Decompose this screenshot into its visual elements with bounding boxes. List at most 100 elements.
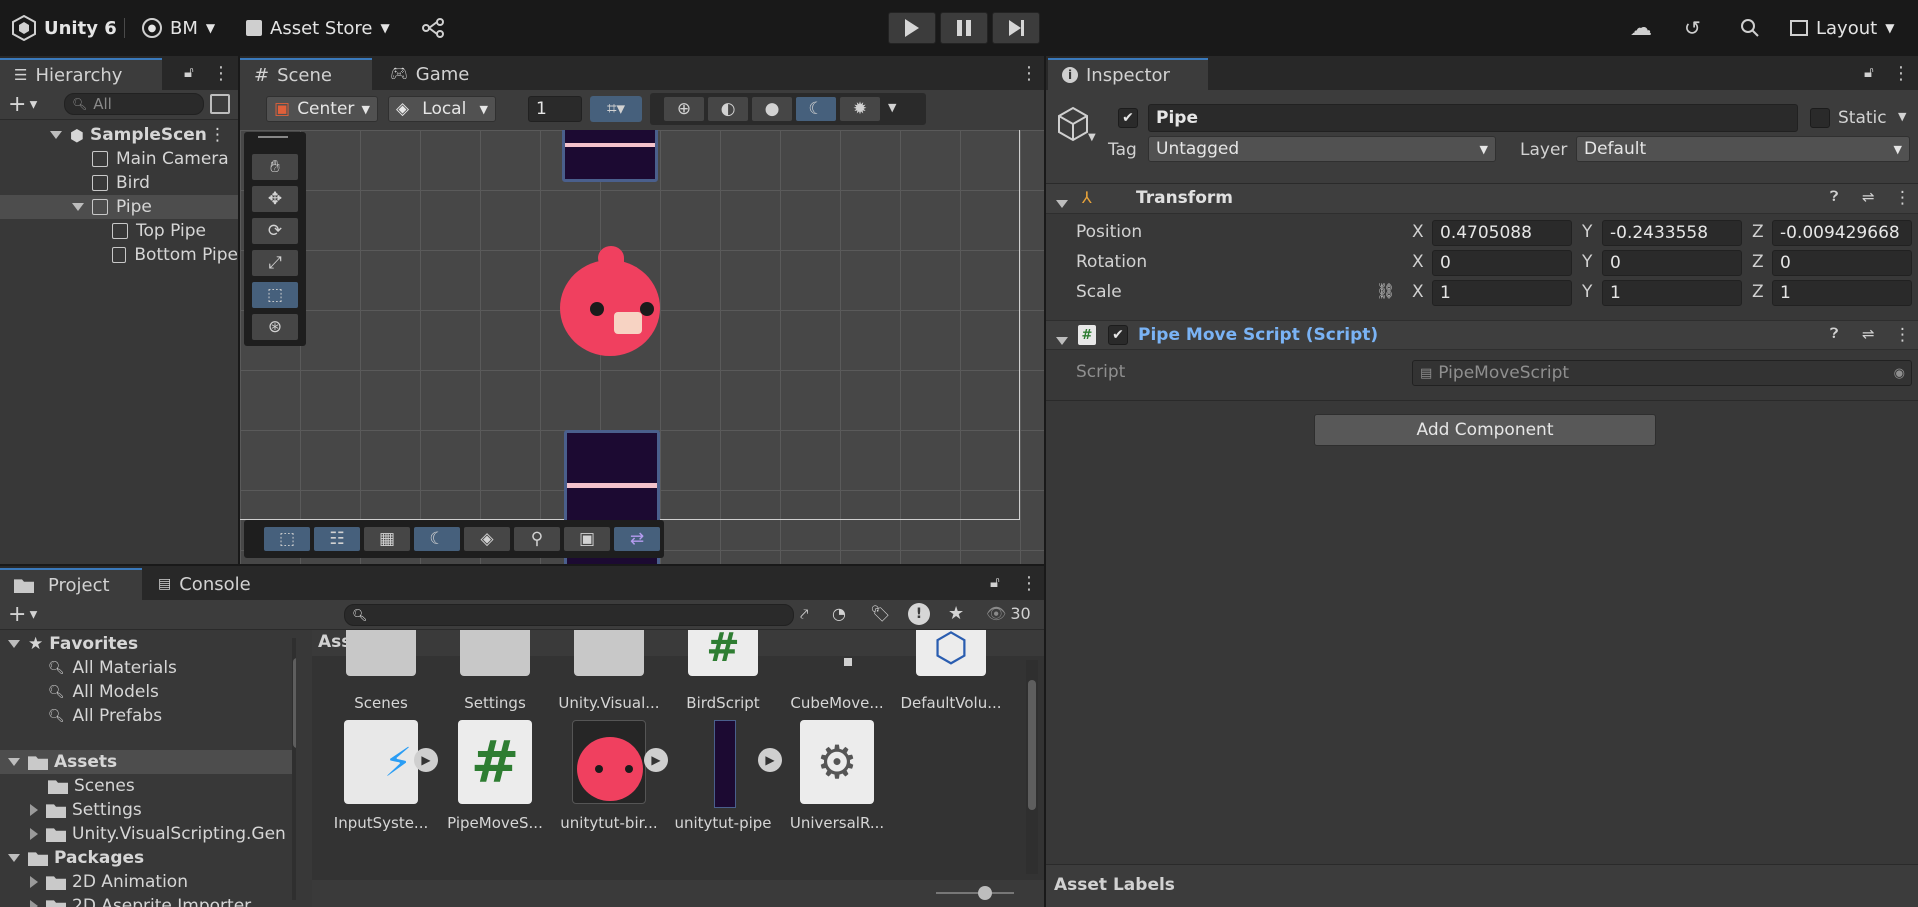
layer-dropdown[interactable]: Default ▼	[1576, 136, 1910, 162]
static-checkbox[interactable]	[1810, 108, 1830, 128]
package-item[interactable]: 2D Aseprite Importer	[0, 894, 296, 907]
script-enabled-checkbox[interactable]: ✔	[1108, 325, 1128, 345]
script-component-header[interactable]: # ✔ Pipe Move Script (Script) ❓︎ ⇌ ⋮	[1046, 320, 1918, 350]
filter-type-icon[interactable]: ◔	[832, 604, 846, 623]
tab-console[interactable]: ▤ Console	[144, 568, 274, 600]
favorite-item[interactable]: 🔍︎ All Prefabs	[0, 704, 296, 728]
package-item[interactable]: 2D Animation	[0, 870, 296, 894]
kebab-menu-icon[interactable]: ⋮	[1892, 63, 1910, 84]
hierarchy-item-top-pipe[interactable]: Top Pipe	[0, 219, 238, 243]
project-search-input[interactable]: 🔍︎	[344, 604, 794, 626]
expand-play-icon[interactable]: ▶	[758, 748, 782, 772]
folder-item[interactable]: Scenes	[0, 774, 296, 798]
active-checkbox[interactable]: ✔	[1118, 108, 1138, 128]
add-object-button[interactable]: + ▼	[8, 92, 37, 117]
scene-visibility-icon[interactable]	[210, 94, 230, 114]
favorite-item[interactable]: 🔍︎ All Materials	[0, 656, 296, 680]
folder-item[interactable]: Settings	[0, 798, 296, 822]
position-y-input[interactable]: -0.2433558	[1602, 220, 1742, 246]
presets-icon[interactable]: ⇌	[1862, 188, 1875, 206]
overlay-align-button[interactable]: ☷	[314, 527, 360, 551]
shaded-wireframe-button[interactable]: ◐	[708, 97, 748, 121]
top-pipe-sprite[interactable]	[562, 130, 658, 182]
asset-item-inputsystem[interactable]: ⚡ ▶ InputSyste...	[326, 720, 438, 832]
overlay-layers-button[interactable]: ◈	[464, 527, 510, 551]
tag-dropdown[interactable]: Untagged ▼	[1148, 136, 1496, 162]
chevron-down-icon[interactable]: ▼	[1088, 132, 1096, 143]
create-asset-button[interactable]: + ▼	[8, 602, 37, 627]
space-dropdown[interactable]: ◈ Local ▼	[388, 96, 496, 122]
assets-root-row[interactable]: Assets	[0, 750, 296, 774]
scene-kebab-icon[interactable]: ⋮	[209, 125, 226, 145]
overlay-lighting-button[interactable]: ☾	[414, 527, 460, 551]
scale-y-input[interactable]: 1	[1602, 280, 1742, 306]
kebab-menu-icon[interactable]: ⋮	[1894, 188, 1911, 208]
tab-hierarchy[interactable]: ☰ Hierarchy	[0, 58, 162, 90]
asset-item-cubemove[interactable]: CubeMove...	[782, 630, 892, 712]
hierarchy-item-pipe[interactable]: Pipe	[0, 195, 238, 219]
asset-item-universalrp[interactable]: ⚙ UniversalR...	[782, 720, 892, 832]
asset-item-settings[interactable]: Settings	[440, 630, 550, 712]
asset-item-birdscript[interactable]: # BirdScript	[668, 630, 778, 712]
tab-game[interactable]: 🎮︎ Game	[376, 58, 496, 90]
asset-labels-bar[interactable]: Asset Labels	[1046, 864, 1918, 907]
search-scope-icon[interactable]: ⤤	[800, 605, 808, 623]
asset-item-pipe-sprite[interactable]: ▶ unitytut-pipe	[668, 720, 782, 832]
rotation-z-input[interactable]: 0	[1772, 250, 1912, 276]
scale-x-input[interactable]: 1	[1432, 280, 1572, 306]
overlay-grid-button[interactable]: ▦	[364, 527, 410, 551]
tree-scrollbar-thumb[interactable]	[293, 658, 296, 748]
history-button[interactable]: ↺	[1684, 0, 1701, 56]
account-dropdown[interactable]: ● BM ▼	[142, 0, 215, 56]
favorite-item[interactable]: 🔍︎ All Models	[0, 680, 296, 704]
help-icon[interactable]: ❓︎	[1830, 189, 1838, 205]
pivot-dropdown[interactable]: ▣ Center ▼	[266, 96, 378, 122]
position-z-input[interactable]: -0.009429668	[1772, 220, 1912, 246]
object-picker-icon[interactable]: ◉	[1894, 366, 1905, 381]
asset-item-scenes[interactable]: Scenes	[326, 630, 436, 712]
overlay-rect-button[interactable]: ⬚	[264, 527, 310, 551]
rotation-y-input[interactable]: 0	[1602, 250, 1742, 276]
bird-sprite[interactable]	[560, 246, 664, 356]
hierarchy-item-bottom-pipe[interactable]: Bottom Pipe	[0, 243, 238, 267]
step-button[interactable]	[992, 12, 1040, 44]
link-scale-icon[interactable]: ⛓︎	[1376, 282, 1395, 300]
pause-button[interactable]	[940, 12, 988, 44]
grid-snap-button[interactable]: ⌗▾	[590, 96, 642, 122]
unity-menu[interactable]: Unity 6	[12, 0, 117, 56]
expand-play-icon[interactable]: ▶	[644, 748, 668, 772]
tree-scrollbar[interactable]	[292, 638, 296, 900]
tab-inspector[interactable]: i Inspector	[1048, 58, 1208, 90]
zoom-slider[interactable]	[936, 886, 1014, 900]
position-x-input[interactable]: 0.4705088	[1432, 220, 1572, 246]
script-object-field[interactable]: ▤ PipeMoveScript ◉	[1412, 360, 1912, 386]
script-component-title[interactable]: Pipe Move Script (Script)	[1138, 325, 1378, 345]
lighting-button[interactable]: ☾	[796, 97, 836, 121]
lock-icon[interactable]: 🔓︎	[1864, 63, 1874, 81]
help-icon[interactable]: ❓︎	[1830, 326, 1838, 342]
move-tool-button[interactable]: ✥	[252, 186, 298, 212]
lock-icon[interactable]: 🔓︎	[184, 63, 194, 81]
version-control-button[interactable]	[422, 0, 444, 56]
packages-root-row[interactable]: Packages	[0, 846, 296, 870]
grid-size-input[interactable]: 1	[528, 96, 582, 122]
asset-item-pipemovescript[interactable]: # PipeMoveS...	[440, 720, 550, 832]
cloud-button[interactable]: ☁	[1630, 0, 1652, 56]
presets-icon[interactable]: ⇌	[1862, 325, 1875, 343]
debug-draw-button[interactable]: ✹	[840, 97, 880, 121]
overlay-camera-button[interactable]: ▣	[564, 527, 610, 551]
play-button[interactable]	[888, 12, 936, 44]
overlay-shuffle-button[interactable]: ⇄	[614, 527, 660, 551]
kebab-menu-icon[interactable]: ⋮	[1020, 573, 1038, 594]
asset-item-bird-sprite[interactable]: ▶ unitytut-bir...	[554, 720, 668, 832]
hidden-packages-toggle[interactable]: 👁︎ 30	[986, 604, 1031, 623]
scene-viewport[interactable]: ✋︎ ✥ ⟳ ⤢ ⬚ ⊛ ⬚ ☷ ▦ ☾ ◈ ⚲ ▣ ⇄	[240, 130, 1044, 564]
chevron-down-icon[interactable]: ▼	[888, 101, 896, 114]
kebab-menu-icon[interactable]: ⋮	[212, 63, 230, 84]
zoom-slider-thumb[interactable]	[978, 886, 992, 900]
add-component-button[interactable]: Add Component	[1314, 414, 1656, 446]
favorites-row[interactable]: ★ Favorites	[0, 632, 296, 656]
scale-z-input[interactable]: 1	[1772, 280, 1912, 306]
hierarchy-search-input[interactable]: 🔍︎ All	[64, 93, 204, 115]
layout-dropdown[interactable]: Layout ▼	[1790, 0, 1894, 56]
